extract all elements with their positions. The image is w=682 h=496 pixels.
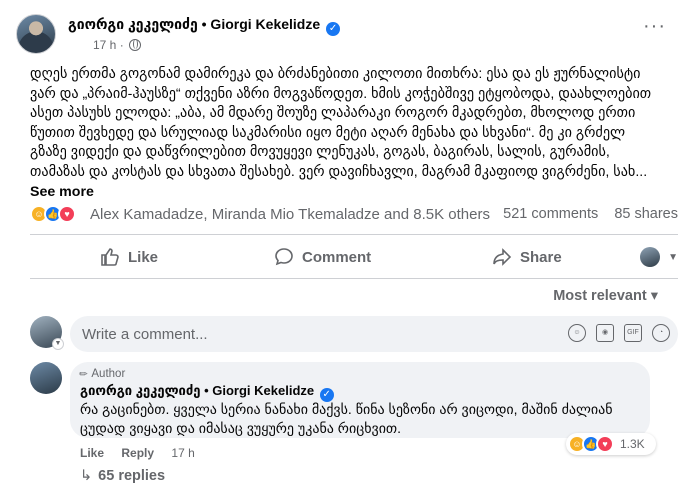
comment-bubble: ✎Author გიორგი კეკელიძე • Giorgi Kekelid… [70, 362, 650, 438]
action-bar: Like Comment Share ▼ [30, 240, 678, 274]
comments-count[interactable]: 521 comments [503, 206, 598, 222]
sort-dropdown[interactable]: Most relevant ▾ [553, 288, 658, 304]
chevron-down-icon: ▼ [668, 251, 678, 263]
author-badge-label: Author [91, 368, 126, 380]
sticker-icon[interactable]: ◔ [652, 324, 670, 342]
reply-like-button[interactable]: Like [80, 446, 104, 460]
love-icon: ♥ [596, 435, 614, 453]
reply-actions: Like Reply 17 h [80, 446, 209, 460]
view-replies-link[interactable]: ↳ 65 replies [80, 468, 165, 484]
post-card: გიორგი კეკელიძე • Giorgi Kekelidze ✓ 17 … [0, 0, 682, 496]
sort-label: Most relevant [553, 288, 647, 304]
divider [30, 234, 678, 235]
share-icon [493, 248, 512, 266]
comment-icon [275, 248, 293, 266]
post-body: დღეს ერთმა გოგონამ დამირეკა და ბრძანებით… [30, 65, 660, 202]
globe-icon [129, 39, 142, 51]
reply-text: რა გაცინებთ. ყველა სერია ნანახი მაქვს. წ… [80, 401, 613, 436]
emoji-icon[interactable]: ☺ [568, 324, 586, 342]
post-text: დღეს ერთმა გოგონამ დამირეკა და ბრძანებით… [30, 66, 652, 180]
engagement-counts: 521 comments 85 shares [491, 206, 678, 222]
reaction-icons[interactable]: ☺ 👍 ♥ [30, 204, 88, 224]
post-header: გიორგი კეკელიძე • Giorgi Kekelidze ✓ 17 … [16, 12, 666, 56]
reply-reactions[interactable]: ☺ 👍 ♥ 1.3K [566, 433, 656, 455]
shares-count[interactable]: 85 shares [614, 206, 678, 222]
see-more-link[interactable]: See more [30, 184, 94, 200]
comment-button[interactable]: Comment [274, 240, 371, 274]
author-avatar[interactable] [16, 14, 56, 54]
like-icon [101, 248, 119, 266]
composer-icons: ☺ ◉ GIF ◔ [568, 324, 670, 342]
chevron-down-icon[interactable]: ▼ [52, 338, 64, 350]
reply-author-name[interactable]: გიორგი კეკელიძე • Giorgi Kekelidze [80, 383, 314, 398]
reactors-summary[interactable]: Alex Kamadadze, Miranda Mio Tkemaladze a… [90, 206, 490, 223]
audience-selector[interactable]: ▼ [640, 240, 678, 274]
author-badge: ✎Author [77, 367, 126, 382]
comment-label: Comment [302, 248, 372, 266]
avatar [640, 247, 661, 267]
camera-icon[interactable]: ◉ [596, 324, 614, 342]
pencil-icon: ✎ [77, 367, 92, 382]
comment-composer: ▼ ☺ ◉ GIF ◔ [30, 316, 678, 356]
view-replies-label: 65 replies [98, 468, 166, 484]
love-icon: ♥ [58, 205, 76, 223]
more-icon[interactable]: ··· [643, 16, 666, 36]
post-meta: 17 h · [93, 38, 142, 52]
divider [30, 278, 678, 279]
verified-icon: ✓ [326, 22, 341, 36]
reactions-row: ☺ 👍 ♥ Alex Kamadadze, Miranda Mio Tkemal… [30, 204, 678, 226]
share-button[interactable]: Share [492, 240, 562, 274]
author-name[interactable]: გიორგი კეკელიძე • Giorgi Kekelidze ✓ [68, 16, 341, 36]
reply-reactions-count: 1.3K [620, 437, 645, 451]
author-name-text[interactable]: გიორგი კეკელიძე • Giorgi Kekelidze [68, 16, 320, 32]
chevron-down-icon: ▾ [650, 288, 658, 304]
gif-icon[interactable]: GIF [624, 324, 642, 342]
reply-arrow-icon: ↳ [80, 468, 93, 484]
reply-reply-button[interactable]: Reply [121, 446, 154, 460]
like-label: Like [128, 248, 159, 266]
reply-avatar[interactable] [30, 362, 62, 394]
share-label: Share [520, 248, 562, 266]
post-time[interactable]: 17 h [93, 38, 116, 52]
reply-time[interactable]: 17 h [171, 446, 194, 460]
like-button[interactable]: Like [100, 240, 158, 274]
